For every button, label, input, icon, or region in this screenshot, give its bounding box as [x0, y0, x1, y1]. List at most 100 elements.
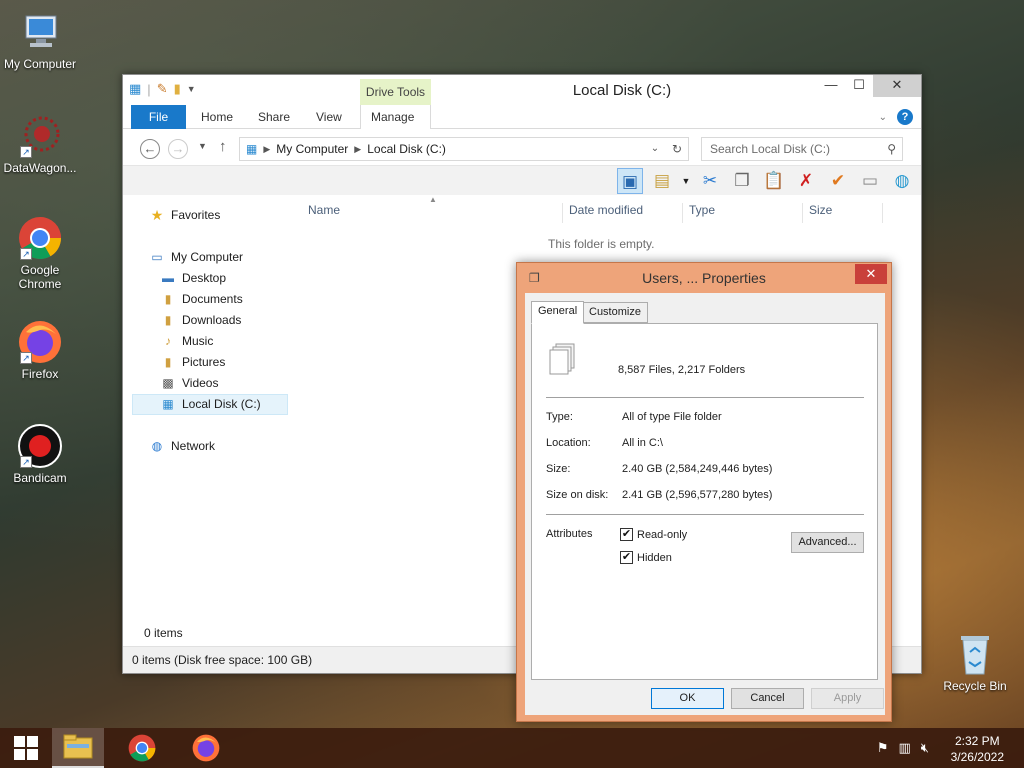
dialog-close-button[interactable]: ✕: [855, 264, 887, 284]
music-icon: ♪: [165, 334, 171, 348]
readonly-checkbox[interactable]: ✔ Read-only: [620, 528, 687, 541]
taskbar-firefox[interactable]: [180, 728, 232, 768]
properties-dialog: ❐ Users, ... Properties ✕ General Custom…: [516, 262, 892, 722]
cancel-button[interactable]: Cancel: [731, 688, 804, 709]
desktop-icon-recycle-bin[interactable]: Recycle Bin: [935, 632, 1015, 693]
delete-icon[interactable]: ✗: [793, 168, 819, 194]
minimize-button[interactable]: —: [817, 75, 845, 97]
check-icon[interactable]: ✔: [825, 168, 851, 194]
action-center-flag-icon[interactable]: ⚑: [877, 740, 889, 756]
firefox-icon: [192, 734, 220, 762]
cut-icon[interactable]: ✂: [697, 168, 723, 194]
nav-videos[interactable]: ▩ Videos: [160, 373, 218, 394]
taskbar-clock[interactable]: 2:32 PM 3/26/2022: [951, 733, 1004, 765]
tab-file[interactable]: File: [131, 105, 186, 129]
advanced-button[interactable]: Advanced...: [791, 532, 864, 553]
nav-label: Downloads: [182, 313, 242, 327]
maximize-button[interactable]: ☐: [845, 75, 873, 97]
location-value: All in C:\: [622, 437, 663, 449]
tab-general[interactable]: General: [531, 301, 585, 324]
nav-label: Local Disk (C:): [182, 397, 261, 411]
shortcut-arrow-icon: ↗: [20, 352, 32, 364]
clock-time: 2:32 PM: [954, 734, 1000, 748]
empty-folder-message: This folder is empty.: [548, 237, 655, 251]
chevron-down-icon[interactable]: ⌄: [644, 138, 666, 160]
nav-pictures[interactable]: ▮ Pictures: [160, 352, 226, 373]
nav-label: Network: [171, 439, 216, 453]
size-label: Size:: [546, 463, 571, 475]
explorer-titlebar[interactable]: ▦ | ✎ ▮ ▼ Drive Tools Local Disk (C:) — …: [123, 75, 921, 105]
paste-icon[interactable]: 📋: [761, 168, 787, 194]
column-size[interactable]: Size: [809, 203, 883, 223]
desktop-icon-my-computer[interactable]: My Computer: [0, 10, 80, 71]
nav-label: Pictures: [182, 355, 226, 369]
rename-icon[interactable]: ▭: [857, 168, 883, 194]
close-button[interactable]: ✕: [873, 75, 921, 97]
summary-text: 8,587 Files, 2,217 Folders: [618, 364, 746, 376]
nav-label: Favorites: [171, 208, 221, 222]
recent-locations-icon[interactable]: ▼: [198, 141, 207, 151]
dialog-body: General Customize 8,587 Files, 2,217 Fol…: [525, 293, 885, 715]
tab-home[interactable]: Home: [191, 105, 243, 129]
up-arrow-icon[interactable]: ↑: [219, 138, 227, 155]
desktop-icon-datawagon[interactable]: ↗ DataWagon...: [0, 114, 80, 175]
preview-pane-icon[interactable]: ▣: [617, 168, 643, 194]
ribbon-tabs: File Home Share View Manage ⌄ ?: [123, 105, 921, 129]
taskbar-chrome[interactable]: [116, 728, 168, 768]
nav-documents[interactable]: ▮ Documents: [160, 289, 243, 310]
expand-ribbon-icon[interactable]: ⌄: [879, 112, 887, 123]
tab-customize[interactable]: Customize: [582, 302, 648, 323]
documents-icon: ▮: [164, 292, 172, 306]
window-title: Local Disk (C:): [572, 82, 672, 99]
tab-share[interactable]: Share: [248, 105, 300, 129]
refresh-icon[interactable]: ↻: [666, 138, 688, 160]
pictures-icon: ▮: [164, 355, 172, 369]
address-bar[interactable]: ▦ ▶ My Computer ▶ Local Disk (C:) ⌄ ↻: [239, 137, 689, 161]
general-panel: 8,587 Files, 2,217 Folders Type: All of …: [531, 323, 878, 680]
bandicam-icon: ↗: [18, 424, 62, 468]
divider: [546, 514, 864, 515]
apply-button[interactable]: Apply: [811, 688, 884, 709]
ribbon-right-controls: ⌄ ?: [879, 109, 913, 125]
desktop-icon-firefox[interactable]: ↗ Firefox: [0, 320, 80, 381]
breadcrumb-local-disk[interactable]: Local Disk (C:): [367, 142, 446, 156]
taskbar: ⚑ ▥ 🔇︎ 2:32 PM 3/26/2022: [0, 728, 1024, 768]
nav-my-computer[interactable]: ▭ My Computer: [149, 247, 243, 268]
volume-muted-icon[interactable]: 🔇︎: [921, 740, 929, 756]
nav-network[interactable]: ◍ Network: [149, 436, 215, 457]
column-date-modified[interactable]: Date modified: [569, 203, 683, 223]
properties-icon[interactable]: ▤: [649, 168, 675, 194]
desktop-icon-bandicam[interactable]: ↗ Bandicam: [0, 424, 80, 485]
nav-music[interactable]: ♪ Music: [160, 331, 213, 352]
search-icon[interactable]: ⚲: [887, 138, 896, 160]
system-tray: ⚑ ▥ 🔇︎: [877, 740, 929, 756]
desktop-icon-chrome[interactable]: ↗ Google Chrome: [0, 216, 80, 291]
hidden-checkbox[interactable]: ✔ Hidden: [620, 551, 672, 564]
nav-label: Music: [182, 334, 214, 348]
window-controls: — ☐ ✕: [817, 75, 921, 97]
column-name[interactable]: Name: [308, 203, 563, 223]
ok-button[interactable]: OK: [651, 688, 724, 709]
help-icon[interactable]: ?: [897, 109, 913, 125]
size-on-disk-value: 2.41 GB (2,596,577,280 bytes): [622, 489, 773, 501]
forward-button[interactable]: →: [168, 139, 188, 159]
globe-icon[interactable]: ◍: [889, 168, 915, 194]
search-input[interactable]: Search Local Disk (C:) ⚲: [701, 137, 903, 161]
recycle-bin-icon: [953, 632, 997, 676]
chevron-down-icon[interactable]: ▼: [681, 168, 691, 194]
taskbar-file-explorer[interactable]: [52, 728, 104, 768]
nav-local-disk[interactable]: ▦ Local Disk (C:): [132, 394, 288, 415]
nav-label: Documents: [182, 292, 243, 306]
tab-manage[interactable]: Manage: [360, 105, 431, 129]
tab-view[interactable]: View: [306, 105, 352, 129]
column-type[interactable]: Type: [689, 203, 803, 223]
nav-desktop[interactable]: ▬ Desktop: [160, 268, 226, 289]
start-button[interactable]: [0, 728, 52, 768]
dialog-title[interactable]: Users, ... Properties: [517, 263, 891, 293]
breadcrumb-my-computer[interactable]: My Computer: [276, 142, 348, 156]
back-button[interactable]: ←: [140, 139, 160, 159]
copy-icon[interactable]: ❐: [729, 168, 755, 194]
nav-favorites[interactable]: ★ Favorites: [149, 205, 221, 226]
network-icon[interactable]: ▥: [899, 740, 911, 756]
nav-downloads[interactable]: ▮ Downloads: [160, 310, 242, 331]
